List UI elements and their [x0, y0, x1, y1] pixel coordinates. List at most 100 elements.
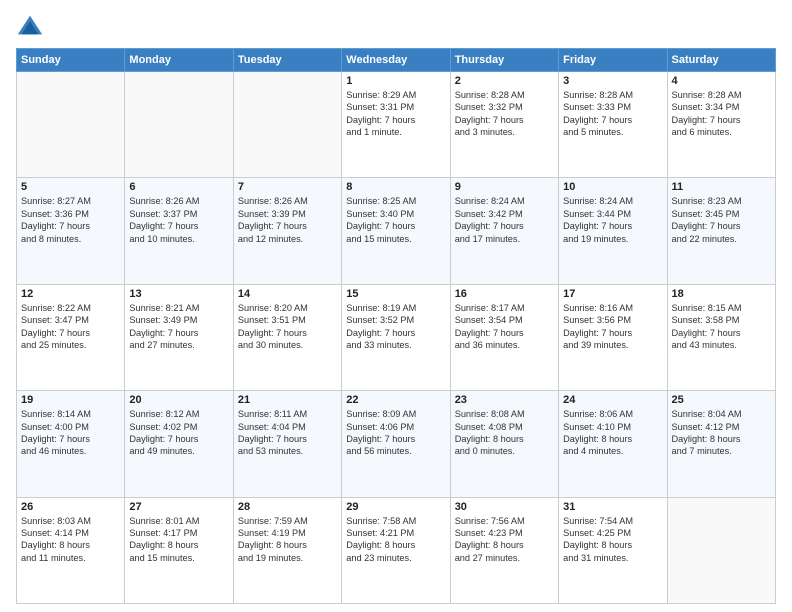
calendar-cell [667, 497, 775, 603]
day-detail: Sunrise: 8:21 AMSunset: 3:49 PMDaylight:… [129, 302, 228, 352]
calendar-cell: 23 Sunrise: 8:08 AMSunset: 4:08 PMDayligh… [450, 391, 558, 497]
day-number: 19 [21, 394, 120, 406]
day-detail: Sunrise: 8:28 AMSunset: 3:34 PMDaylight:… [672, 89, 771, 139]
day-detail: Sunrise: 8:06 AMSunset: 4:10 PMDaylight:… [563, 408, 662, 458]
calendar-cell: 30Sunrise: 7:56 AMSunset: 4:23 PMDayligh… [450, 497, 558, 603]
day-detail: Sunrise: 8:26 AMSunset: 3:37 PMDaylight:… [129, 195, 228, 245]
weekday-header-sunday: Sunday [17, 49, 125, 72]
day-detail: Sunrise: 8:01 AMSunset: 4:17 PMDaylight:… [129, 515, 228, 565]
day-detail: Sunrise: 8:12 AMSunset: 4:02 PMDaylight:… [129, 408, 228, 458]
day-number: 1 [346, 75, 445, 87]
day-detail: Sunrise: 7:58 AMSunset: 4:21 PMDaylight:… [346, 515, 445, 565]
calendar-cell: 17Sunrise: 8:16 AMSunset: 3:56 PMDayligh… [559, 284, 667, 390]
day-number: 31 [563, 501, 662, 513]
weekday-header-friday: Friday [559, 49, 667, 72]
day-detail: Sunrise: 8:20 AMSunset: 3:51 PMDaylight:… [238, 302, 337, 352]
day-detail: Sunrise: 8:27 AMSunset: 3:36 PMDaylight:… [21, 195, 120, 245]
week-row-4: 19 Sunrise: 8:14 AMSunset: 4:00 PMDayligh… [17, 391, 776, 497]
day-number: 14 [238, 288, 337, 300]
day-detail: Sunrise: 8:24 AMSunset: 3:42 PMDaylight:… [455, 195, 554, 245]
day-number: 16 [455, 288, 554, 300]
calendar-header: SundayMondayTuesdayWednesdayThursdayFrid… [17, 49, 776, 72]
day-detail: Sunrise: 8:11 AMSunset: 4:04 PMDaylight:… [238, 408, 337, 458]
day-detail: Sunrise: 8:15 AMSunset: 3:58 PMDaylight:… [672, 302, 771, 352]
weekday-row: SundayMondayTuesdayWednesdayThursdayFrid… [17, 49, 776, 72]
day-number: 27 [129, 501, 228, 513]
day-detail: Sunrise: 8:03 AMSunset: 4:14 PMDaylight:… [21, 515, 120, 565]
day-detail: Sunrise: 8:17 AMSunset: 3:54 PMDaylight:… [455, 302, 554, 352]
week-row-5: 26 Sunrise: 8:03 AMSunset: 4:14 PMDayligh… [17, 497, 776, 603]
day-number: 7 [238, 181, 337, 193]
week-row-1: 1Sunrise: 8:29 AMSunset: 3:31 PMDaylight… [17, 72, 776, 178]
day-detail: Sunrise: 8:09 AMSunset: 4:06 PMDaylight:… [346, 408, 445, 458]
day-number: 11 [672, 181, 771, 193]
header [16, 12, 776, 40]
week-row-2: 5Sunrise: 8:27 AMSunset: 3:36 PMDaylight… [17, 178, 776, 284]
day-number: 22 [346, 394, 445, 406]
calendar-cell: 28 Sunrise: 7:59 AMSunset: 4:19 PMDayligh… [233, 497, 341, 603]
calendar-cell [17, 72, 125, 178]
calendar-cell: 3 Sunrise: 8:28 AMSunset: 3:33 PMDaylight… [559, 72, 667, 178]
day-detail: Sunrise: 8:25 AMSunset: 3:40 PMDaylight:… [346, 195, 445, 245]
calendar-cell: 10 Sunrise: 8:24 AMSunset: 3:44 PMDayligh… [559, 178, 667, 284]
day-detail: Sunrise: 8:08 AMSunset: 4:08 PMDaylight:… [455, 408, 554, 458]
calendar-cell: 20 Sunrise: 8:12 AMSunset: 4:02 PMDayligh… [125, 391, 233, 497]
calendar-cell: 29 Sunrise: 7:58 AMSunset: 4:21 PMDayligh… [342, 497, 450, 603]
calendar-cell: 6 Sunrise: 8:26 AMSunset: 3:37 PMDaylight… [125, 178, 233, 284]
weekday-header-saturday: Saturday [667, 49, 775, 72]
weekday-header-thursday: Thursday [450, 49, 558, 72]
day-number: 4 [672, 75, 771, 87]
day-number: 23 [455, 394, 554, 406]
calendar-cell: 4 Sunrise: 8:28 AMSunset: 3:34 PMDaylight… [667, 72, 775, 178]
day-detail: Sunrise: 7:59 AMSunset: 4:19 PMDaylight:… [238, 515, 337, 565]
day-number: 3 [563, 75, 662, 87]
day-number: 28 [238, 501, 337, 513]
day-number: 8 [346, 181, 445, 193]
day-detail: Sunrise: 8:26 AMSunset: 3:39 PMDaylight:… [238, 195, 337, 245]
logo-icon [16, 12, 44, 40]
day-detail: Sunrise: 8:23 AMSunset: 3:45 PMDaylight:… [672, 195, 771, 245]
calendar-cell: 7 Sunrise: 8:26 AMSunset: 3:39 PMDaylight… [233, 178, 341, 284]
day-number: 24 [563, 394, 662, 406]
calendar-cell: 24 Sunrise: 8:06 AMSunset: 4:10 PMDayligh… [559, 391, 667, 497]
weekday-header-wednesday: Wednesday [342, 49, 450, 72]
calendar-cell: 25 Sunrise: 8:04 AMSunset: 4:12 PMDayligh… [667, 391, 775, 497]
calendar-cell: 2Sunrise: 8:28 AMSunset: 3:32 PMDaylight… [450, 72, 558, 178]
day-number: 18 [672, 288, 771, 300]
calendar-cell: 22 Sunrise: 8:09 AMSunset: 4:06 PMDayligh… [342, 391, 450, 497]
calendar-cell [233, 72, 341, 178]
calendar-cell: 27 Sunrise: 8:01 AMSunset: 4:17 PMDayligh… [125, 497, 233, 603]
day-detail: Sunrise: 8:28 AMSunset: 3:33 PMDaylight:… [563, 89, 662, 139]
day-number: 9 [455, 181, 554, 193]
calendar-cell [125, 72, 233, 178]
day-detail: Sunrise: 8:04 AMSunset: 4:12 PMDaylight:… [672, 408, 771, 458]
calendar-cell: 21Sunrise: 8:11 AMSunset: 4:04 PMDayligh… [233, 391, 341, 497]
day-detail: Sunrise: 8:16 AMSunset: 3:56 PMDaylight:… [563, 302, 662, 352]
day-detail: Sunrise: 8:14 AMSunset: 4:00 PMDaylight:… [21, 408, 120, 458]
calendar-cell: 9 Sunrise: 8:24 AMSunset: 3:42 PMDaylight… [450, 178, 558, 284]
day-number: 10 [563, 181, 662, 193]
calendar-body: 1Sunrise: 8:29 AMSunset: 3:31 PMDaylight… [17, 72, 776, 604]
week-row-3: 12 Sunrise: 8:22 AMSunset: 3:47 PMDayligh… [17, 284, 776, 390]
day-detail: Sunrise: 7:56 AMSunset: 4:23 PMDaylight:… [455, 515, 554, 565]
day-number: 26 [21, 501, 120, 513]
calendar-cell: 13Sunrise: 8:21 AMSunset: 3:49 PMDayligh… [125, 284, 233, 390]
day-detail: Sunrise: 8:24 AMSunset: 3:44 PMDaylight:… [563, 195, 662, 245]
calendar: SundayMondayTuesdayWednesdayThursdayFrid… [16, 48, 776, 604]
calendar-cell: 5Sunrise: 8:27 AMSunset: 3:36 PMDaylight… [17, 178, 125, 284]
page: SundayMondayTuesdayWednesdayThursdayFrid… [0, 0, 792, 612]
day-detail: Sunrise: 8:19 AMSunset: 3:52 PMDaylight:… [346, 302, 445, 352]
calendar-cell: 26 Sunrise: 8:03 AMSunset: 4:14 PMDayligh… [17, 497, 125, 603]
calendar-cell: 8 Sunrise: 8:25 AMSunset: 3:40 PMDaylight… [342, 178, 450, 284]
day-number: 20 [129, 394, 228, 406]
calendar-cell: 31Sunrise: 7:54 AMSunset: 4:25 PMDayligh… [559, 497, 667, 603]
logo [16, 12, 48, 40]
calendar-cell: 19 Sunrise: 8:14 AMSunset: 4:00 PMDayligh… [17, 391, 125, 497]
day-number: 2 [455, 75, 554, 87]
day-number: 25 [672, 394, 771, 406]
day-number: 12 [21, 288, 120, 300]
calendar-cell: 1Sunrise: 8:29 AMSunset: 3:31 PMDaylight… [342, 72, 450, 178]
day-detail: Sunrise: 8:22 AMSunset: 3:47 PMDaylight:… [21, 302, 120, 352]
day-number: 29 [346, 501, 445, 513]
day-number: 6 [129, 181, 228, 193]
